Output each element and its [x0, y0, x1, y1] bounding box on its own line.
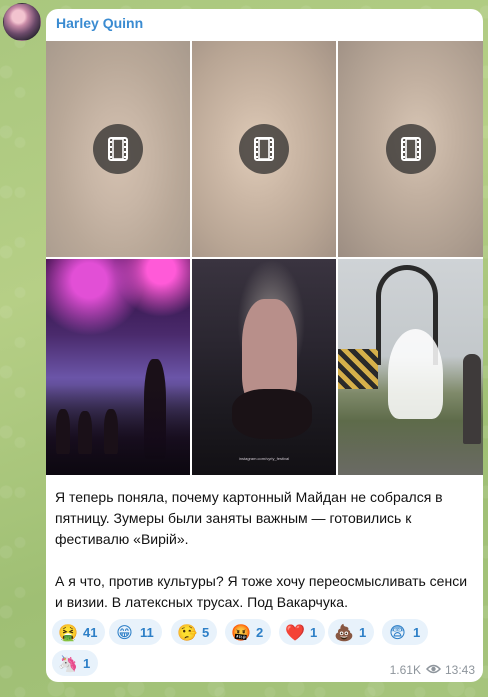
grin-emoji-icon: 😁: [116, 622, 133, 642]
barrier: [338, 349, 378, 389]
band-member: [104, 409, 118, 454]
reaction-count: 1: [83, 655, 91, 671]
video-film-icon[interactable]: [93, 124, 143, 174]
reaction-count: 11: [140, 624, 154, 640]
reaction-count: 5: [202, 624, 210, 640]
reaction-poop[interactable]: 💩 1: [328, 619, 375, 645]
reaction-count: 41: [83, 624, 98, 640]
reaction-count: 1: [310, 624, 318, 640]
reaction-cursing[interactable]: 🤬 2: [225, 619, 272, 645]
reaction-vomit[interactable]: 🤮 41: [52, 619, 106, 645]
person-figure: [463, 354, 481, 444]
festival-photo[interactable]: [338, 259, 483, 475]
band-member: [56, 409, 70, 454]
reaction-count: 2: [256, 624, 264, 640]
reaction-count: 1: [359, 624, 367, 640]
vomit-emoji-icon: 🤮: [58, 622, 78, 642]
concert-photo[interactable]: [46, 259, 190, 475]
video-thumbnail[interactable]: [192, 41, 336, 257]
unicorn-emoji-icon: 🦄: [58, 653, 78, 673]
lying-face-emoji-icon: 🤥: [177, 622, 197, 642]
media-album: instagram.com/vyriy_festival: [46, 41, 483, 477]
heart-emoji-icon: ❤️: [285, 622, 305, 642]
video-thumbnail[interactable]: [338, 41, 483, 257]
poop-emoji-icon: 💩: [334, 622, 354, 642]
photo-caption: instagram.com/vyriy_festival: [238, 456, 290, 461]
fearful-face-emoji-icon: 😨: [389, 622, 406, 642]
reaction-lying[interactable]: 🤥 5: [171, 619, 218, 645]
message-meta: 1.61K 13:43: [390, 663, 475, 677]
video-thumbnail[interactable]: [46, 41, 190, 257]
cursing-face-emoji-icon: 🤬: [231, 622, 251, 642]
performer-photo[interactable]: instagram.com/vyriy_festival: [192, 259, 336, 475]
reaction-grin[interactable]: 😁 11: [109, 619, 162, 645]
message-time: 13:43: [444, 663, 475, 677]
message-text: Я теперь поняла, почему картонный Майдан…: [55, 489, 468, 610]
reaction-fearful[interactable]: 😨 1: [382, 619, 429, 645]
video-film-icon[interactable]: [239, 124, 289, 174]
angel-wings: [388, 329, 443, 419]
band-member: [78, 411, 92, 454]
message-bubble: Harley Quinn instagram.com/vyriy_festiva…: [46, 9, 483, 682]
view-count: 1.61K: [389, 663, 421, 677]
reaction-unicorn[interactable]: 🦄 1: [52, 650, 99, 676]
reaction-count: 1: [413, 624, 421, 640]
sender-name[interactable]: Harley Quinn: [56, 15, 143, 31]
reaction-heart[interactable]: ❤️ 1: [279, 619, 326, 645]
eye-icon: [425, 663, 441, 677]
costume-shape: [232, 389, 312, 439]
avatar[interactable]: [3, 3, 41, 41]
video-film-icon[interactable]: [385, 124, 436, 174]
